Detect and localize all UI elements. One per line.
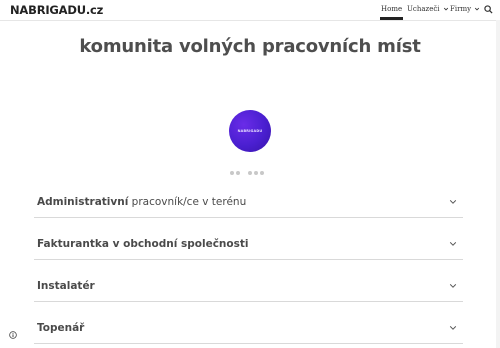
job-title-rest: pracovník/ce v terénu: [128, 196, 247, 208]
nav-item-label: Home: [381, 5, 403, 13]
nav-item-firmy[interactable]: Firmy: [450, 5, 480, 13]
chevron-down-icon[interactable]: [449, 240, 457, 248]
job-title-bold: Administrativní: [37, 196, 129, 208]
page-title: komunita volných pracovních míst: [79, 36, 421, 57]
job-title-bold: Instalatér: [37, 280, 95, 292]
job-title: Fakturantka v obchodní společnosti: [37, 238, 248, 250]
nav-item-uchazeci[interactable]: Uchazeči: [407, 5, 449, 13]
job-title: Topenář: [37, 322, 84, 334]
top-navigation-bar: NABRIGADU.cz Home Uchazeči Firmy: [0, 0, 500, 21]
job-accordion-item[interactable]: Instalatér: [34, 260, 463, 302]
carousel-dot[interactable]: [248, 171, 252, 175]
job-accordion-item[interactable]: Topenář: [34, 302, 463, 344]
job-title-bold: Fakturantka v obchodní společnosti: [37, 238, 249, 250]
nav-item-home[interactable]: Home: [380, 5, 404, 20]
chevron-down-icon[interactable]: [449, 324, 457, 332]
hero-logo-text: NABRIGADU: [237, 129, 263, 133]
carousel-dot[interactable]: [260, 171, 264, 175]
info-icon[interactable]: [9, 331, 17, 339]
hero-logo-image: NABRIGADU: [229, 110, 271, 152]
carousel-dot[interactable]: [236, 171, 240, 175]
job-title: Instalatér: [37, 280, 95, 292]
active-nav-indicator: [380, 17, 404, 20]
job-title: Administrativní pracovník/ce v terénu: [37, 196, 246, 208]
job-accordion-item[interactable]: Administrativní pracovník/ce v terénu: [34, 176, 463, 218]
carousel-dot[interactable]: [230, 171, 234, 175]
chevron-down-icon[interactable]: [449, 198, 457, 206]
job-title-bold: Topenář: [37, 322, 85, 334]
search-icon[interactable]: [484, 5, 493, 14]
carousel-dot[interactable]: [254, 171, 258, 175]
chevron-down-icon[interactable]: [449, 282, 457, 290]
chevron-down-icon: [475, 7, 480, 11]
job-accordion-item[interactable]: Fakturantka v obchodní společnosti: [34, 218, 463, 260]
nav-item-label: Uchazeči: [407, 5, 440, 13]
chevron-down-icon: [443, 7, 448, 11]
scrollbar[interactable]: [496, 20, 500, 348]
site-logo[interactable]: NABRIGADU.cz: [10, 3, 103, 17]
nav-item-label: Firmy: [450, 5, 472, 13]
